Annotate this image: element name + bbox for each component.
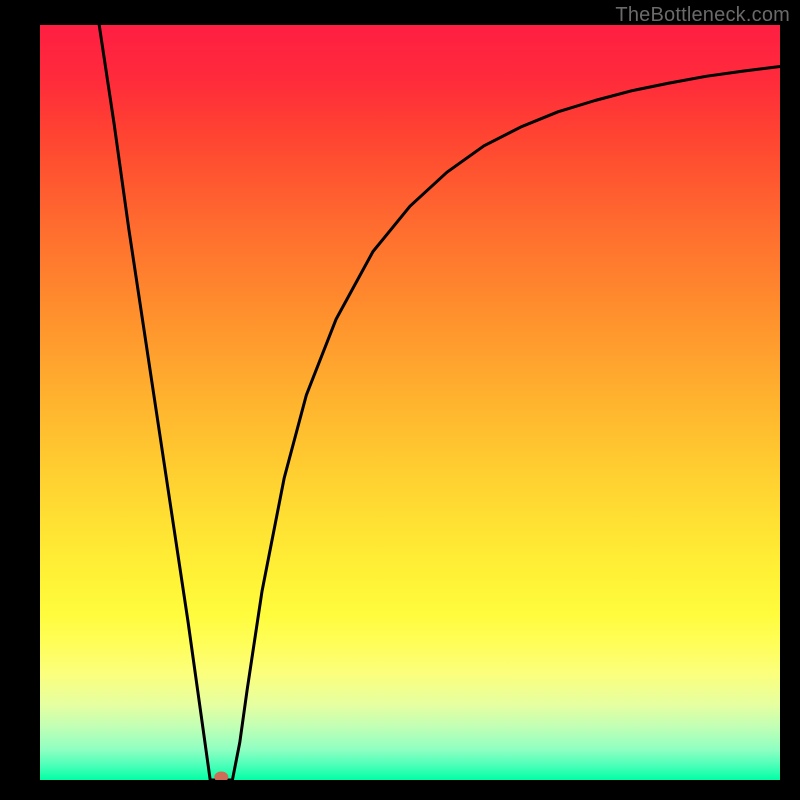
optimum-marker <box>214 772 228 781</box>
chart-overlay <box>40 25 780 780</box>
plot-area <box>40 25 780 780</box>
watermark-text: TheBottleneck.com <box>615 4 790 27</box>
curve-line <box>99 25 780 780</box>
chart-frame: TheBottleneck.com <box>0 0 800 800</box>
